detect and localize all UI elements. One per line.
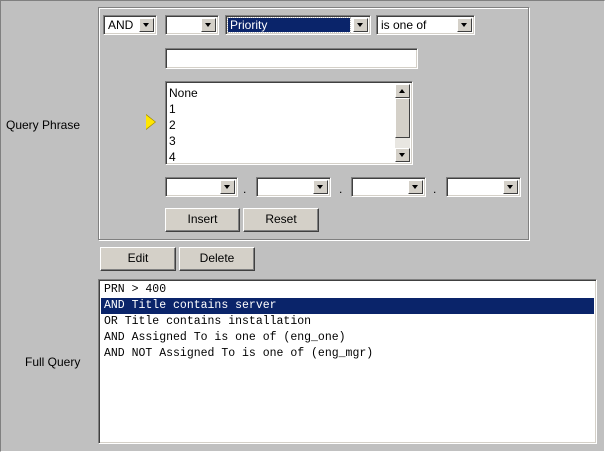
query-phrase-label: Query Phrase: [6, 118, 81, 132]
negation-dropdown-button[interactable]: [201, 18, 216, 32]
negation-value: [168, 18, 172, 32]
delete-button[interactable]: Delete: [179, 247, 255, 271]
value-option[interactable]: 4: [169, 149, 176, 164]
range-value-4: [449, 180, 453, 194]
field-value: Priority: [227, 17, 351, 33]
value-text-input[interactable]: [165, 48, 418, 69]
chevron-down-icon: [399, 153, 405, 157]
range-select-2[interactable]: [256, 177, 331, 197]
range-value-3: [354, 180, 358, 194]
chevron-down-icon: [357, 23, 363, 27]
chevron-down-icon: [143, 23, 149, 27]
query-line[interactable]: AND NOT Assigned To is one of (eng_mgr): [101, 346, 594, 362]
value-listbox[interactable]: None 1 2 3 4: [165, 81, 413, 165]
query-line[interactable]: OR Title contains installation: [101, 314, 594, 330]
chevron-down-icon: [461, 23, 467, 27]
reset-button[interactable]: Reset: [243, 208, 319, 232]
range-separator: .: [433, 182, 437, 196]
operator-dropdown-button[interactable]: [457, 18, 472, 32]
conjunction-dropdown-button[interactable]: [139, 18, 154, 32]
value-option[interactable]: 2: [169, 117, 176, 133]
scroll-down-button[interactable]: [395, 148, 410, 162]
chevron-down-icon: [317, 185, 323, 189]
scroll-thumb[interactable]: [395, 98, 410, 138]
operator-select[interactable]: is one of: [376, 15, 475, 35]
chevron-up-icon: [399, 89, 405, 93]
range-separator: .: [339, 182, 343, 196]
negation-select[interactable]: [165, 15, 219, 35]
conjunction-select[interactable]: AND: [103, 15, 157, 35]
query-line[interactable]: AND Assigned To is one of (eng_one): [101, 330, 594, 346]
field-select[interactable]: Priority: [225, 15, 371, 35]
range-value-1: [168, 180, 172, 194]
range-select-3[interactable]: [351, 177, 426, 197]
range-dropdown-button-1[interactable]: [220, 180, 235, 194]
operator-value: is one of: [381, 18, 427, 32]
range-select-4[interactable]: [446, 177, 521, 197]
query-line[interactable]: PRN > 400: [101, 282, 594, 298]
conjunction-value: AND: [108, 18, 134, 32]
full-query-list[interactable]: PRN > 400 AND Title contains server OR T…: [98, 279, 597, 444]
range-dropdown-button-4[interactable]: [503, 180, 518, 194]
range-dropdown-button-3[interactable]: [408, 180, 423, 194]
full-query-label: Full Query: [25, 355, 81, 369]
range-dropdown-button-2[interactable]: [313, 180, 328, 194]
field-dropdown-button[interactable]: [353, 18, 368, 32]
value-option[interactable]: 3: [169, 133, 176, 149]
chevron-down-icon: [507, 185, 513, 189]
value-listbox-scrollbar[interactable]: [395, 84, 410, 162]
chevron-down-icon: [412, 185, 418, 189]
chevron-down-icon: [224, 185, 230, 189]
range-value-2: [259, 180, 263, 194]
value-option[interactable]: 1: [169, 101, 176, 117]
query-line-selected[interactable]: AND Title contains server: [101, 298, 594, 314]
range-separator: .: [243, 182, 247, 196]
insert-button[interactable]: Insert: [165, 208, 240, 232]
value-option[interactable]: None: [169, 85, 198, 101]
edit-button[interactable]: Edit: [100, 247, 176, 271]
chevron-down-icon: [205, 23, 211, 27]
range-select-1[interactable]: [165, 177, 238, 197]
scroll-up-button[interactable]: [395, 84, 410, 98]
